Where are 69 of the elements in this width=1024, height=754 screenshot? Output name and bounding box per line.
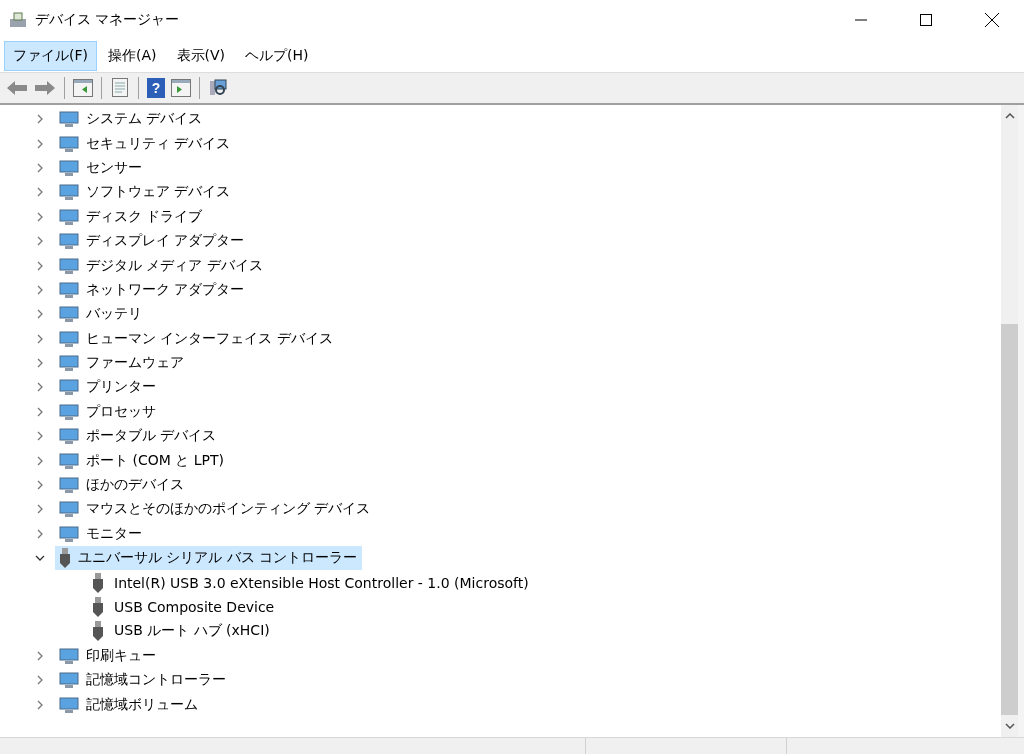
tree-pane-icon[interactable] (73, 79, 93, 97)
device-icon (59, 378, 79, 397)
device-icon (59, 476, 79, 495)
tree-item[interactable]: センサー (55, 155, 147, 180)
device-icon (59, 451, 79, 470)
tree-item[interactable]: ソフトウェア デバイス (55, 180, 236, 205)
tree-item[interactable]: 記憶域コントローラー (55, 668, 231, 693)
close-icon[interactable] (985, 13, 999, 27)
device-icon (59, 232, 79, 251)
tree-item[interactable]: ポータブル デバイス (55, 424, 222, 449)
device-icon (59, 402, 79, 421)
tree-item[interactable]: ほかのデバイス (55, 473, 189, 498)
tree-item[interactable]: USB ルート ハブ (xHCI) (88, 619, 275, 644)
tree-item[interactable]: ポート (COM と LPT) (55, 448, 229, 473)
usb-plug-icon (92, 597, 104, 617)
action-pane-icon[interactable] (171, 79, 191, 97)
usb-plug-icon (92, 572, 104, 593)
device-icon (59, 280, 79, 299)
device-icon (59, 354, 79, 373)
device-icon (59, 671, 79, 690)
forward-arrow-icon[interactable] (34, 80, 56, 96)
back-arrow-icon[interactable] (6, 80, 28, 96)
tree-item[interactable]: プリンター (55, 375, 161, 400)
vertical-scrollbar[interactable] (1001, 105, 1024, 737)
tree-item[interactable]: プロセッサ (55, 399, 161, 424)
properties-icon[interactable] (110, 78, 130, 98)
tree-item[interactable]: モニター (55, 521, 147, 546)
tree-item[interactable]: バッテリ (55, 302, 147, 327)
tree-item[interactable]: 記憶域ボリューム (55, 692, 203, 717)
usb-plug-icon (59, 548, 71, 569)
window-title: デバイス マネージャー (35, 11, 180, 29)
menu-item[interactable]: ヘルプ(H) (236, 41, 318, 71)
scroll-thumb[interactable] (1001, 324, 1018, 715)
tree-item[interactable]: ヒューマン インターフェイス デバイス (55, 326, 338, 351)
menu-item[interactable]: 操作(A) (99, 41, 166, 71)
device-icon (59, 427, 79, 446)
tree-item[interactable]: デジタル メディア デバイス (55, 253, 268, 278)
menu-item[interactable]: 表示(V) (167, 41, 234, 71)
help-icon[interactable]: ? (147, 78, 165, 98)
device-icon (59, 500, 79, 519)
tree-item[interactable]: ディスク ドライブ (55, 204, 208, 229)
device-icon (59, 158, 79, 177)
scroll-down-icon[interactable] (1004, 723, 1015, 729)
device-icon (59, 207, 79, 226)
maximize-icon[interactable] (920, 14, 932, 26)
device-icon (59, 524, 79, 543)
device-icon (59, 183, 79, 202)
tree-item[interactable]: システム デバイス (55, 107, 208, 132)
tree-item[interactable]: セキュリティ デバイス (55, 131, 236, 156)
tree-item[interactable]: ディスプレイ アダプター (55, 229, 250, 254)
device-icon (59, 695, 79, 714)
device-icon (59, 256, 79, 275)
tree-item[interactable]: 印刷キュー (55, 643, 161, 668)
device-icon (59, 134, 79, 153)
menu-item[interactable]: ファイル(F) (4, 41, 97, 71)
device-icon (59, 110, 79, 129)
device-icon (59, 305, 79, 324)
tree-item[interactable]: マウスとそのほかのポインティング デバイス (55, 497, 376, 522)
device-icon (59, 646, 79, 665)
tree-item[interactable]: USB Composite Device (88, 595, 280, 619)
scroll-up-icon[interactable] (1004, 113, 1015, 119)
device-icon (59, 329, 79, 348)
scan-hardware-icon[interactable] (208, 78, 228, 98)
tree-item[interactable]: ネットワーク アダプター (55, 277, 250, 302)
tree-item[interactable]: ユニバーサル シリアル バス コントローラー (55, 546, 363, 571)
usb-plug-icon (92, 621, 104, 642)
tree-item[interactable]: Intel(R) USB 3.0 eXtensible Host Controller - 1.0 (Microsoft) (88, 570, 534, 595)
tree-item[interactable]: ファームウェア (55, 351, 189, 376)
device-manager-icon (9, 12, 27, 28)
